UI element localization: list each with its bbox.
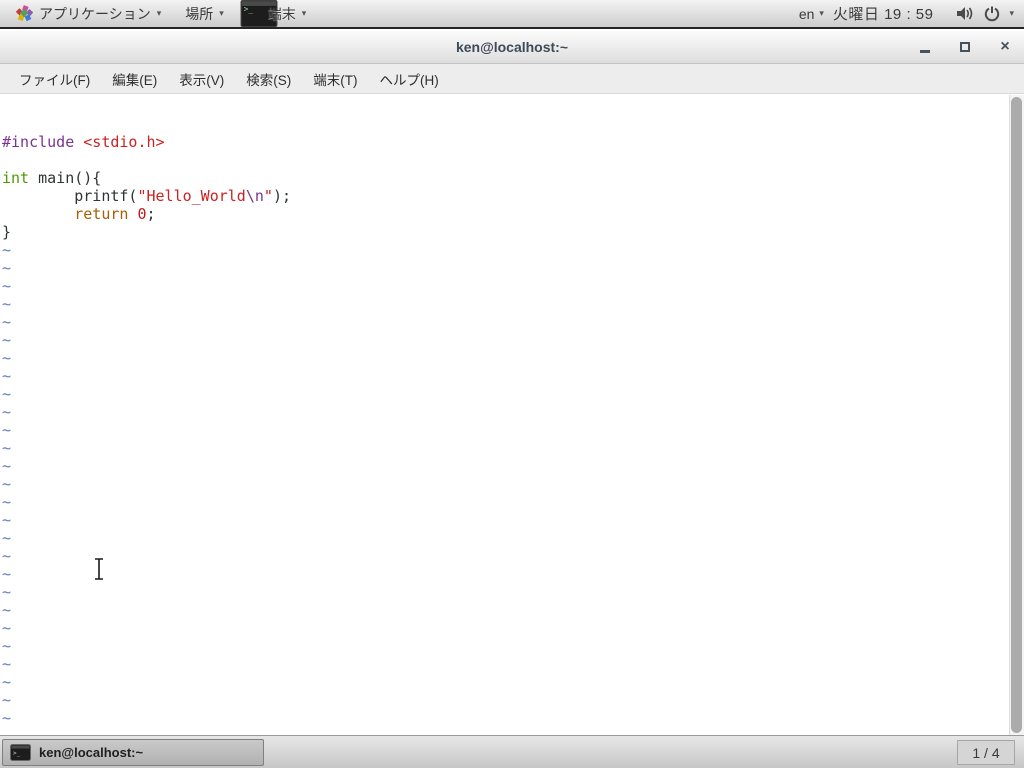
clock[interactable]: 火曜日 19 : 59 [833,3,934,24]
close-icon: × [1000,39,1009,55]
tilde-line: ~ [2,439,1009,457]
scrollbar-thumb[interactable] [1011,97,1022,733]
workspace-pager[interactable]: 1 / 4 [957,740,1015,765]
minimize-button[interactable] [918,40,932,54]
code-line: } [2,223,1009,241]
tilde-line: ~ [2,619,1009,637]
chevron-down-icon: ▾ [219,9,224,18]
chevron-down-icon: ▾ [819,9,824,18]
tilde-line: ~ [2,295,1009,313]
speaker-icon[interactable] [956,5,975,22]
tilde-line: ~ [2,709,1009,727]
bottom-panel: >_ ken@localhost:~ 1 / 4 [0,735,1024,768]
keyboard-layout-indicator[interactable]: en ▾ [799,6,824,22]
tilde-line: ~ [2,313,1009,331]
applications-menu[interactable]: アプリケーション ▾ [4,0,173,27]
places-menu-label: 場所 [185,4,213,24]
tilde-line: ~ [2,583,1009,601]
terminal-screen[interactable]: #include <stdio.h> int main(){ printf("H… [0,95,1024,735]
terminal-window: ken@localhost:~ × ファイル(F) 編集(E) 表示(V) 検索… [0,31,1024,735]
tilde-line: ~ [2,601,1009,619]
terminal-menubar: ファイル(F) 編集(E) 表示(V) 検索(S) 端末(T) ヘルプ(H) [0,64,1024,94]
keyboard-layout-label: en [799,6,815,22]
tilde-line: ~ [2,691,1009,709]
menu-edit[interactable]: 編集(E) [101,64,168,93]
tilde-line: ~ [2,421,1009,439]
chevron-down-icon: ▾ [1009,9,1014,18]
taskbar-window-label: ken@localhost:~ [39,745,143,760]
tilde-line: ~ [2,547,1009,565]
vim-buffer: #include <stdio.h> int main(){ printf("H… [2,133,1009,735]
applications-pinwheel-icon [16,5,33,22]
code-line: #include <stdio.h> [2,133,1009,151]
terminal-menu-label: 端末 [268,4,296,24]
tilde-line: ~ [2,331,1009,349]
tilde-line: ~ [2,457,1009,475]
window-titlebar[interactable]: ken@localhost:~ × [0,31,1024,64]
places-menu[interactable]: 場所 ▾ [173,0,236,27]
menu-view[interactable]: 表示(V) [168,64,235,93]
tilde-line: ~ [2,673,1009,691]
menu-file[interactable]: ファイル(F) [8,64,101,93]
tilde-line: ~ [2,493,1009,511]
tilde-line: ~ [2,637,1009,655]
taskbar-window-button[interactable]: >_ ken@localhost:~ [2,739,264,766]
window-title: ken@localhost:~ [456,39,568,55]
vim-editor: #include <stdio.h> int main(){ printf("H… [0,95,1009,735]
tilde-line: ~ [2,349,1009,367]
menu-help[interactable]: ヘルプ(H) [369,64,450,93]
panel-indicators: en ▾ 火曜日 19 : 59 ▾ [799,3,1024,24]
top-panel: アプリケーション ▾ 場所 ▾ >_ 端末 ▾ en ▾ 火曜日 19 : 59 [0,0,1024,29]
panel-menus: アプリケーション ▾ 場所 ▾ >_ 端末 ▾ [0,0,318,27]
maximize-icon [960,42,970,52]
svg-text:>_: >_ [13,750,21,757]
ibeam-mouse-cursor [92,556,106,582]
window-controls: × [918,31,1012,63]
close-button[interactable]: × [998,40,1012,54]
tilde-line: ~ [2,727,1009,735]
chevron-down-icon: ▾ [157,9,162,18]
tilde-line: ~ [2,529,1009,547]
tilde-line: ~ [2,259,1009,277]
maximize-button[interactable] [958,40,972,54]
workspace-pager-label: 1 / 4 [972,745,999,761]
tilde-line: ~ [2,511,1009,529]
code-line: return 0; [2,205,1009,223]
menu-terminal[interactable]: 端末(T) [302,64,368,93]
terminal-icon: >_ [10,744,31,761]
chevron-down-icon: ▾ [302,9,307,18]
tilde-line: ~ [2,241,1009,259]
minimize-icon [920,50,930,53]
code-line [2,151,1009,169]
tilde-line: ~ [2,475,1009,493]
tilde-line: ~ [2,277,1009,295]
svg-text:>_: >_ [244,5,254,14]
terminal-app-menu[interactable]: >_ 端末 ▾ [236,0,319,27]
tilde-line: ~ [2,655,1009,673]
tilde-line: ~ [2,367,1009,385]
power-icon[interactable] [984,6,1000,22]
code-line: printf("Hello_World\n"); [2,187,1009,205]
applications-menu-label: アプリケーション [39,4,151,24]
tilde-line: ~ [2,403,1009,421]
menu-search[interactable]: 検索(S) [235,64,302,93]
tilde-line: ~ [2,565,1009,583]
tilde-line: ~ [2,385,1009,403]
code-line: int main(){ [2,169,1009,187]
terminal-scrollbar[interactable] [1009,95,1024,735]
